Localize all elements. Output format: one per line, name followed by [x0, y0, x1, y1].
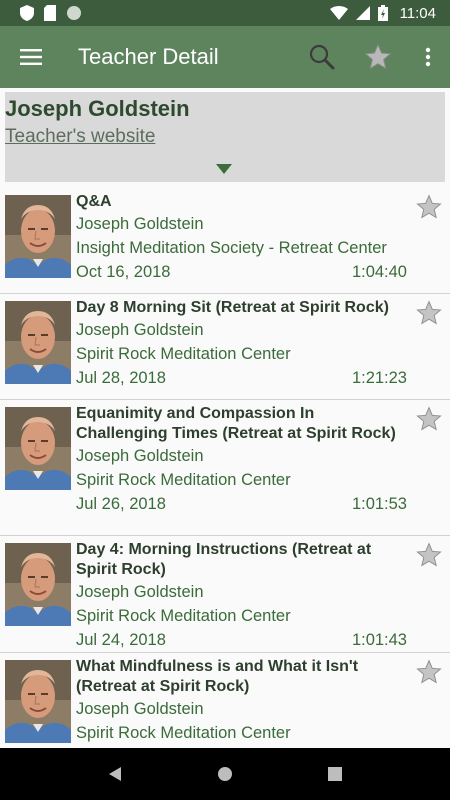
talk-duration: 1:01:43 [351, 631, 407, 649]
status-bar: 11:04 [0, 0, 450, 26]
shield-icon [20, 5, 34, 21]
talk-venue: Insight Meditation Society - Retreat Cen… [76, 239, 387, 257]
favorite-star-icon[interactable] [416, 300, 442, 326]
talk-title: What Mindfulness is and What it Isn't (R… [76, 658, 359, 695]
app-bar: Teacher Detail [0, 26, 450, 88]
teacher-photo [5, 543, 71, 626]
teacher-photo [5, 407, 71, 490]
menu-button[interactable] [0, 26, 62, 88]
talk-date: Jul 24, 2018 [76, 631, 166, 649]
favorite-star-icon[interactable] [416, 542, 442, 568]
talk-list-item[interactable]: Equanimity and Compassion In Challenging… [0, 400, 450, 536]
search-button[interactable] [294, 26, 350, 88]
talk-teacher: Joseph Goldstein [76, 700, 204, 718]
recents-icon[interactable] [328, 767, 343, 781]
talk-date: Jul 28, 2018 [76, 369, 166, 387]
star-icon [364, 43, 392, 70]
page-title: Teacher Detail [78, 44, 219, 69]
teacher-photo [5, 660, 71, 743]
overflow-menu-button[interactable] [406, 26, 450, 88]
talk-title: Q&A [76, 193, 112, 210]
favorites-button[interactable] [350, 26, 406, 88]
talk-duration: 1:01:53 [351, 495, 407, 513]
talk-venue: Spirit Rock Meditation Center [76, 345, 291, 363]
talk-title: Day 4: Morning Instructions (Retreat at … [76, 541, 372, 578]
talk-venue: Spirit Rock Meditation Center [76, 471, 291, 489]
favorite-star-icon[interactable] [416, 659, 442, 685]
circle-icon [67, 6, 81, 20]
talk-duration: 1:04:40 [351, 263, 407, 281]
talk-teacher: Joseph Goldstein [76, 447, 204, 465]
talk-venue: Spirit Rock Meditation Center [76, 724, 291, 742]
talk-list: Q&A Joseph Goldstein Insight Meditation … [0, 188, 450, 773]
talk-date: Oct 16, 2018 [76, 263, 171, 281]
back-icon[interactable] [108, 766, 122, 782]
talk-title: Day 8 Morning Sit (Retreat at Spirit Roc… [76, 299, 389, 316]
favorite-star-icon[interactable] [416, 406, 442, 432]
talk-teacher: Joseph Goldstein [76, 321, 204, 339]
teacher-name: Joseph Goldstein [5, 96, 190, 121]
favorite-star-icon[interactable] [416, 194, 442, 220]
talk-list-item[interactable]: Q&A Joseph Goldstein Insight Meditation … [0, 188, 450, 294]
talk-teacher: Joseph Goldstein [76, 215, 204, 233]
search-icon [309, 44, 335, 70]
talk-list-item[interactable]: Day 4: Morning Instructions (Retreat at … [0, 536, 450, 653]
teacher-photo [5, 195, 71, 278]
status-time: 11:04 [399, 4, 436, 22]
more-vert-icon [425, 47, 431, 67]
talk-list-item[interactable]: Day 8 Morning Sit (Retreat at Spirit Roc… [0, 294, 450, 400]
talk-teacher: Joseph Goldstein [76, 583, 204, 601]
teacher-header: Joseph Goldstein Teacher's website [5, 92, 445, 182]
signal-icon [355, 6, 370, 20]
talk-duration: 1:21:23 [351, 369, 407, 387]
expand-caret-icon[interactable] [216, 164, 232, 174]
battery-charging-icon [377, 5, 388, 21]
teacher-photo [5, 301, 71, 384]
talk-title: Equanimity and Compassion In Challenging… [76, 405, 396, 442]
teacher-website-link[interactable]: Teacher's website [5, 126, 445, 148]
home-icon[interactable] [217, 766, 233, 782]
system-nav-bar [0, 748, 450, 800]
wifi-icon [329, 6, 348, 20]
sd-card-icon [44, 5, 56, 21]
talk-venue: Spirit Rock Meditation Center [76, 607, 291, 625]
talk-date: Jul 26, 2018 [76, 495, 166, 513]
hamburger-menu-icon [20, 49, 42, 65]
